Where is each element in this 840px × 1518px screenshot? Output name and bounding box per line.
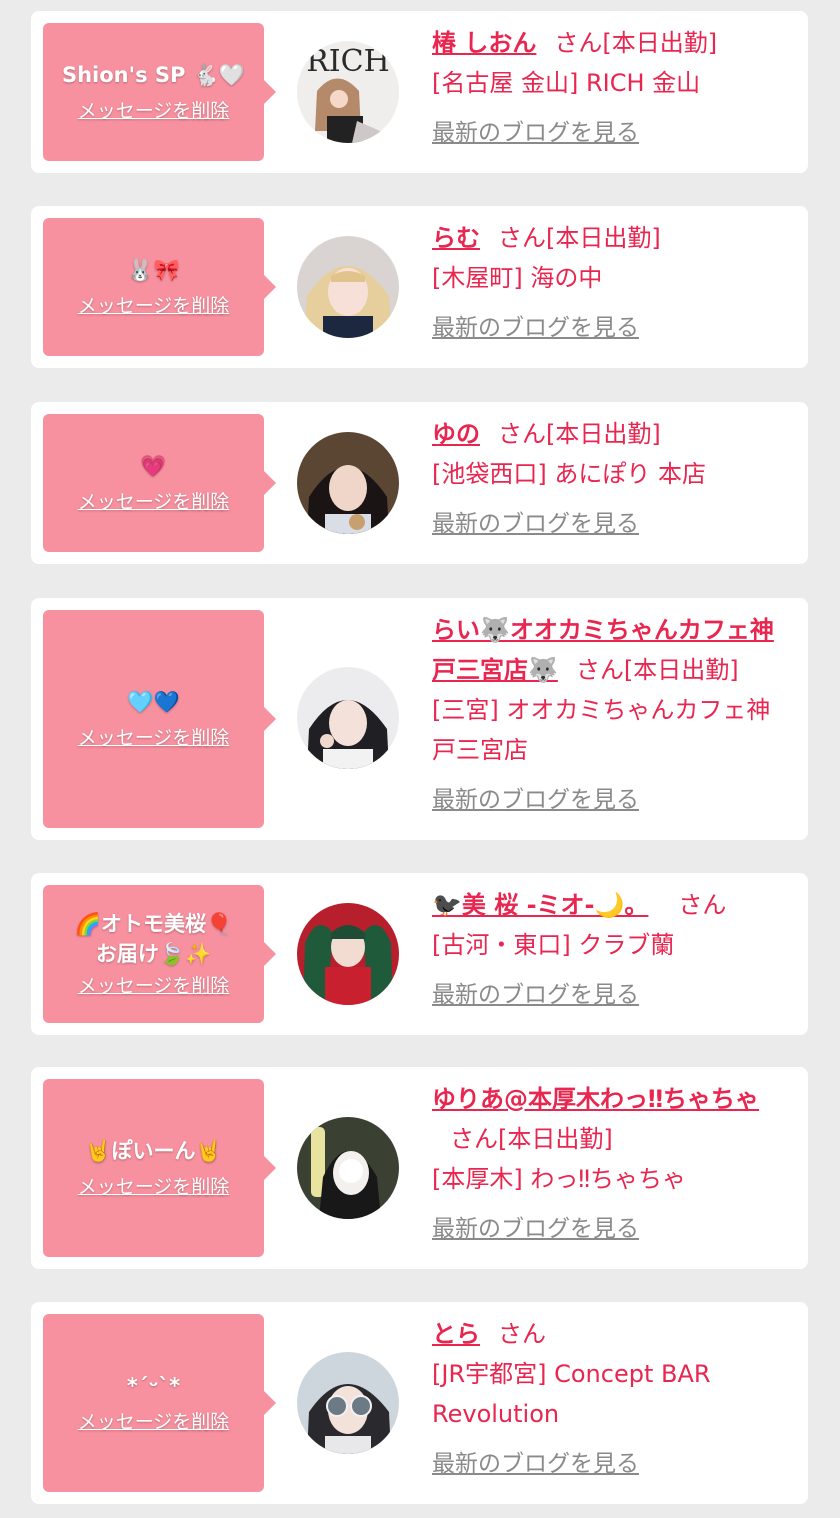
cast-name-link[interactable]: らむ [432, 224, 480, 252]
delete-message-button[interactable]: メッセージを削除 [78, 973, 230, 999]
avatar[interactable] [297, 667, 399, 769]
message-text: 🐰🎀 [127, 258, 180, 282]
cast-info: 🐦‍⬛美 桜 -ミオ-🌙。 さん [古河・東口] クラブ蘭 最新のブログを見る [432, 885, 794, 1011]
shop-name: [JR宇都宮] Concept BAR Revolution [432, 1360, 711, 1428]
shop-name: [池袋西口] あにぽり 本店 [432, 460, 706, 488]
avatar[interactable] [297, 432, 399, 534]
shop-name: [名古屋 金山] RICH 金山 [432, 69, 701, 97]
list-item: 🌈オトモ美桜🎈 お届け🍃✨ メッセージを削除 🐦‍⬛美 桜 -ミオ-🌙。 さん [… [31, 873, 808, 1035]
list-item: 🩵💙 メッセージを削除 らい🐺オオカミちゃんカフェ神戸三宮店🐺 さん[本日出勤] … [31, 598, 808, 840]
cast-name-link[interactable]: 椿 しおん [432, 29, 536, 57]
message-bubble: 💗 メッセージを削除 [43, 414, 276, 552]
delete-message-button[interactable]: メッセージを削除 [78, 98, 230, 124]
cast-info: らむ さん[本日出勤] [木屋町] 海の中 最新のブログを見る [432, 218, 794, 344]
cast-status: さん [678, 891, 727, 919]
latest-blog-link[interactable]: 最新のブログを見る [432, 508, 639, 540]
latest-blog-link[interactable]: 最新のブログを見る [432, 1213, 639, 1245]
message-text: Shion's SP 🐇🤍 [61, 63, 245, 87]
cast-info: ゆの さん[本日出勤] [池袋西口] あにぽり 本店 最新のブログを見る [432, 414, 794, 540]
svg-text:RICH: RICH [306, 44, 390, 79]
cast-name-link[interactable]: ゆの [432, 420, 480, 448]
cast-status: さん[本日出勤] [498, 224, 661, 252]
latest-blog-link[interactable]: 最新のブログを見る [432, 979, 639, 1011]
cast-status: さん[本日出勤] [450, 1125, 613, 1153]
cast-info: とら さん [JR宇都宮] Concept BAR Revolution 最新のブ… [432, 1314, 794, 1480]
latest-blog-link[interactable]: 最新のブログを見る [432, 1448, 639, 1480]
favorite-list: Shion's SP 🐇🤍 メッセージを削除 RICH 椿 しおん さん[本日出勤… [0, 0, 840, 1518]
message-bubble: 🤘ぽいーん🤘 メッセージを削除 [43, 1079, 276, 1257]
delete-message-button[interactable]: メッセージを削除 [78, 489, 230, 515]
latest-blog-link[interactable]: 最新のブログを見る [432, 117, 639, 149]
list-item: Shion's SP 🐇🤍 メッセージを削除 RICH 椿 しおん さん[本日出勤… [31, 11, 808, 173]
latest-blog-link[interactable]: 最新のブログを見る [432, 784, 639, 816]
message-bubble: *´ᵕ`* メッセージを削除 [43, 1314, 276, 1492]
cast-info: らい🐺オオカミちゃんカフェ神戸三宮店🐺 さん[本日出勤] [三宮] オオカミちゃん… [432, 610, 794, 816]
shop-name: [木屋町] 海の中 [432, 264, 603, 292]
list-item: 🤘ぽいーん🤘 メッセージを削除 ゆりあ@本厚木わっ‼ちゃちゃさん[本日出勤] [… [31, 1067, 808, 1269]
cast-name-link[interactable]: とら [432, 1320, 480, 1348]
avatar[interactable] [297, 1117, 399, 1219]
message-bubble: 🩵💙 メッセージを削除 [43, 610, 276, 828]
list-item: *´ᵕ`* メッセージを削除 とら さん [JR宇都宮] Concept BAR … [31, 1302, 808, 1504]
avatar[interactable] [297, 236, 399, 338]
avatar[interactable] [297, 903, 399, 1005]
avatar[interactable]: RICH [297, 41, 399, 143]
message-bubble: Shion's SP 🐇🤍 メッセージを削除 [43, 23, 276, 161]
message-bubble: 🐰🎀 メッセージを削除 [43, 218, 276, 356]
message-text: *´ᵕ`* [126, 1374, 181, 1398]
cast-info: ゆりあ@本厚木わっ‼ちゃちゃさん[本日出勤] [本厚木] わっ‼ちゃちゃ 最新の… [432, 1079, 794, 1245]
delete-message-button[interactable]: メッセージを削除 [78, 1409, 230, 1435]
list-item: 💗 メッセージを削除 ゆの さん[本日出勤] [池袋西口] あにぽり 本店 最新の… [31, 402, 808, 564]
shop-name: [三宮] オオカミちゃんカフェ神戸三宮店 [432, 696, 771, 764]
message-text: 💗 [140, 454, 167, 478]
delete-message-button[interactable]: メッセージを削除 [78, 1174, 230, 1200]
cast-info: 椿 しおん さん[本日出勤] [名古屋 金山] RICH 金山 最新のブログを見る [432, 23, 794, 149]
list-item: 🐰🎀 メッセージを削除 らむ さん[本日出勤] [木屋町] 海の中 最新のブログを… [31, 206, 808, 368]
message-bubble: 🌈オトモ美桜🎈 お届け🍃✨ メッセージを削除 [43, 885, 276, 1023]
message-text: 🤘ぽいーん🤘 [85, 1139, 222, 1163]
avatar[interactable] [297, 1352, 399, 1454]
cast-status: さん[本日出勤] [498, 420, 661, 448]
delete-message-button[interactable]: メッセージを削除 [78, 725, 230, 751]
delete-message-button[interactable]: メッセージを削除 [78, 293, 230, 319]
cast-name-link[interactable]: ゆりあ@本厚木わっ‼ちゃちゃ [432, 1085, 759, 1113]
cast-name-link[interactable]: 🐦‍⬛美 桜 -ミオ-🌙。 [432, 891, 648, 919]
shop-name: [本厚木] わっ‼ちゃちゃ [432, 1165, 687, 1193]
latest-blog-link[interactable]: 最新のブログを見る [432, 312, 639, 344]
cast-status: さん [498, 1320, 546, 1348]
message-text: 🩵💙 [127, 690, 180, 714]
cast-status: さん[本日出勤] [575, 656, 739, 684]
shop-name: [古河・東口] クラブ蘭 [432, 931, 675, 959]
message-text: 🌈オトモ美桜🎈 お届け🍃✨ [74, 912, 233, 966]
cast-status: さん[本日出勤] [554, 29, 718, 57]
